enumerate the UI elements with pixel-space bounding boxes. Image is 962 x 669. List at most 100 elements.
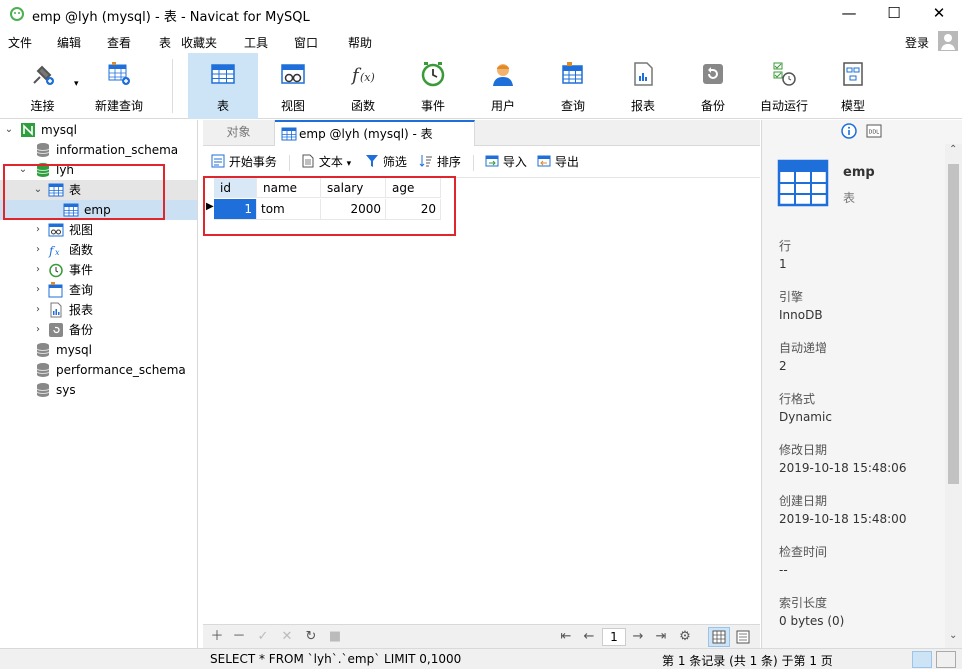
tree-item-sys[interactable]: sys	[0, 380, 197, 400]
info-value-check-time: --	[779, 563, 788, 577]
grid-navigation-bar: ＋ － ✓ ✕ ↻ ■ ⇤ ← 1 → ⇥ ⚙	[203, 624, 760, 648]
info-value-index-length: 0 bytes (0)	[779, 614, 845, 628]
menu-edit[interactable]: 编辑	[57, 34, 81, 51]
tree-item-reports[interactable]: › 报表	[0, 300, 197, 320]
sort-button[interactable]: 排序	[419, 153, 461, 171]
event-button[interactable]: 事件	[398, 53, 468, 119]
delete-record-button[interactable]: －	[231, 628, 247, 646]
scroll-down-icon[interactable]: ⌄	[949, 630, 957, 641]
layout-left-button[interactable]	[912, 651, 932, 668]
user-button[interactable]: 用户	[468, 53, 538, 119]
tree-item-mysql[interactable]: mysql	[0, 340, 197, 360]
text-view-label: 文本	[318, 155, 343, 169]
function-button[interactable]: f (x) 函数	[328, 53, 398, 119]
tree-item-views[interactable]: › 视图	[0, 220, 197, 240]
scrollbar-thumb[interactable]	[948, 164, 959, 484]
annotation-highlight-box	[3, 164, 165, 220]
next-page-button[interactable]: →	[630, 628, 646, 646]
backup-button[interactable]: 备份	[678, 53, 748, 119]
apply-changes-button[interactable]: ✓	[255, 628, 271, 646]
export-button[interactable]: 导出	[537, 153, 579, 171]
connect-dropdown-icon[interactable]: ▾	[74, 79, 79, 89]
model-button[interactable]: 模型	[820, 53, 886, 119]
minimize-button[interactable]: —	[826, 0, 872, 28]
expand-arrow-icon[interactable]: ›	[33, 320, 43, 340]
layout-right-button[interactable]	[936, 651, 956, 668]
last-page-button[interactable]: ⇥	[653, 628, 669, 646]
expand-arrow-icon[interactable]: ›	[33, 240, 43, 260]
expand-arrow-icon[interactable]: ›	[33, 280, 43, 300]
new-query-button[interactable]: 新建查询	[88, 53, 150, 119]
function-label: 函数	[350, 99, 375, 113]
query-button[interactable]: 查询	[538, 53, 608, 119]
menu-help[interactable]: 帮助	[348, 34, 372, 51]
tree-item-functions[interactable]: › fx 函数	[0, 240, 197, 260]
form-view-button[interactable]	[732, 627, 754, 647]
login-link[interactable]: 登录	[905, 34, 929, 51]
tree-item-performance-schema[interactable]: performance_schema	[0, 360, 197, 380]
expand-arrow-icon[interactable]: ›	[33, 220, 43, 240]
tree-item-backups[interactable]: › 备份	[0, 320, 197, 340]
info-label-modified: 修改日期	[779, 443, 828, 457]
function-icon: fx	[48, 244, 60, 258]
expand-arrow-icon[interactable]: ›	[33, 260, 43, 280]
plug-icon	[32, 65, 54, 85]
tree-item-events[interactable]: › 事件	[0, 260, 197, 280]
stop-button[interactable]: ■	[327, 628, 343, 646]
info-value-rows: 1	[779, 257, 787, 271]
dropdown-arrow-icon: ▾	[346, 159, 352, 169]
page-number-input[interactable]: 1	[602, 628, 626, 646]
report-button[interactable]: 报表	[608, 53, 678, 119]
tree-label: 备份	[69, 323, 94, 337]
menu-view[interactable]: 查看	[107, 34, 131, 51]
scroll-up-icon[interactable]: ⌃	[949, 144, 957, 155]
begin-transaction-label: 开始事务	[228, 155, 277, 169]
sort-label: 排序	[436, 155, 461, 169]
tab-emp-table[interactable]: emp @lyh (mysql) - 表	[275, 120, 475, 146]
object-info-panel: DDL emp 表 行 1 引擎 InnoDB 自动递增 2 行格式 Dynam…	[761, 120, 962, 648]
text-view-button[interactable]: 文本 ▾	[301, 153, 351, 171]
autorun-button[interactable]: 自动运行	[748, 53, 820, 119]
view-label: 视图	[280, 99, 305, 113]
table-large-icon	[777, 159, 829, 207]
expand-arrow-icon[interactable]: ›	[33, 300, 43, 320]
add-record-button[interactable]: ＋	[209, 628, 225, 646]
user-label: 用户	[490, 99, 515, 113]
tree-item-queries[interactable]: › 查询	[0, 280, 197, 300]
grid-view-button[interactable]	[708, 627, 730, 647]
menu-window[interactable]: 窗口	[294, 34, 318, 51]
maximize-button[interactable]: ☐	[871, 0, 917, 28]
info-icon[interactable]	[841, 123, 857, 139]
expand-arrow-icon[interactable]: ⌄	[4, 120, 14, 140]
tree-label: 视图	[69, 223, 94, 237]
title-bar: emp @lyh (mysql) - 表 - Navicat for MySQL…	[0, 0, 962, 28]
info-value-engine: InnoDB	[779, 308, 823, 322]
info-label-index-length: 索引长度	[779, 596, 828, 610]
tab-objects[interactable]: 对象	[203, 120, 275, 146]
connect-button[interactable]: 连接	[15, 53, 70, 119]
menu-favorites[interactable]: 收藏夹	[181, 34, 217, 51]
discard-changes-button[interactable]: ✕	[279, 628, 295, 646]
table-button[interactable]: 表	[188, 53, 258, 119]
refresh-button[interactable]: ↻	[303, 628, 319, 646]
import-button[interactable]: 导入	[485, 153, 527, 171]
menu-file[interactable]: 文件	[8, 34, 32, 51]
tab-label: emp @lyh (mysql) - 表	[299, 127, 433, 141]
ddl-icon[interactable]: DDL	[866, 123, 882, 139]
begin-transaction-button[interactable]: 开始事务	[211, 153, 277, 171]
tree-label: 报表	[69, 303, 94, 317]
autorun-label: 自动运行	[759, 99, 808, 113]
tree-item-information-schema[interactable]: information_schema	[0, 140, 197, 160]
avatar-icon[interactable]	[938, 31, 958, 51]
menu-tools[interactable]: 工具	[244, 34, 268, 51]
view-button[interactable]: 视图	[258, 53, 328, 119]
close-button[interactable]: ✕	[916, 0, 962, 28]
menu-table[interactable]: 表	[159, 34, 171, 51]
previous-page-button[interactable]: ←	[581, 628, 597, 646]
settings-gear-icon[interactable]: ⚙	[677, 628, 693, 646]
filter-button[interactable]: 筛选	[365, 153, 407, 171]
first-page-button[interactable]: ⇤	[558, 628, 574, 646]
tree-item-connection[interactable]: ⌄ mysql	[0, 120, 197, 140]
scrollbar[interactable]: ⌃ ⌄	[945, 144, 962, 648]
svg-text:x: x	[55, 248, 60, 257]
